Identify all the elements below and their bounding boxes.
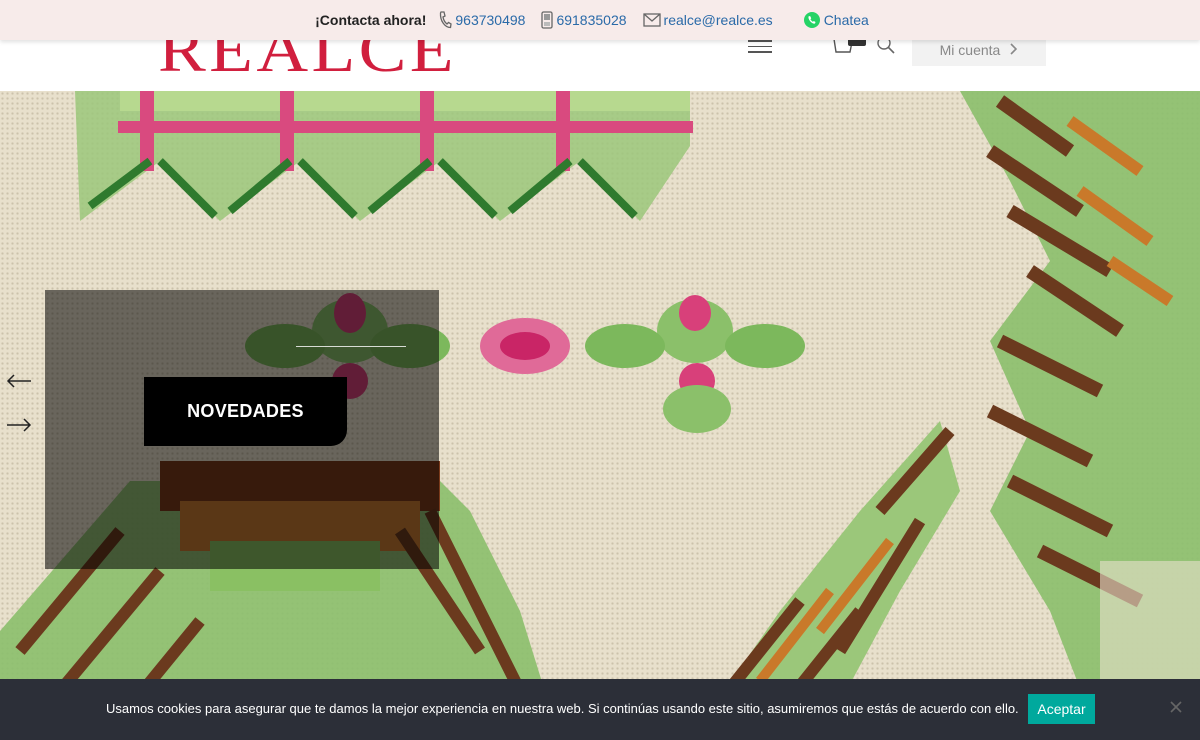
site-header: REALCE Mi cuenta <box>0 40 1200 91</box>
cookie-message: Usamos cookies para asegurar que te damo… <box>106 701 1019 716</box>
phone-link[interactable]: 963730498 <box>455 12 525 28</box>
novedades-button[interactable]: NOVEDADES <box>144 377 347 446</box>
cookie-banner: Usamos cookies para asegurar que te damo… <box>0 679 1200 740</box>
arrow-left-icon[interactable] <box>6 373 32 394</box>
menu-icon[interactable] <box>748 40 772 54</box>
hero-slider: NOVEDADES <box>0 91 1200 740</box>
whatsapp-icon <box>803 11 821 29</box>
mobile-contact[interactable]: 691835028 <box>541 11 627 29</box>
hero-divider-line <box>296 346 406 347</box>
mobile-icon <box>541 11 554 29</box>
search-icon[interactable] <box>876 40 896 59</box>
email-contact[interactable]: realce@realce.es <box>642 12 773 28</box>
site-logo[interactable]: REALCE <box>158 40 457 82</box>
whatsapp-link[interactable]: Chatea <box>824 12 869 28</box>
mail-icon <box>642 13 661 27</box>
accept-cookies-button[interactable]: Aceptar <box>1028 694 1095 724</box>
cart-count-badge <box>848 40 866 46</box>
contact-lead: ¡Contacta ahora! <box>315 12 427 28</box>
chevron-right-icon <box>1010 42 1018 58</box>
phone-icon <box>438 11 453 29</box>
account-label: Mi cuenta <box>939 42 1001 58</box>
contact-bar: ¡Contacta ahora! 963730498 691835028 rea… <box>0 0 1200 40</box>
account-button[interactable]: Mi cuenta <box>912 40 1046 66</box>
email-link[interactable]: realce@realce.es <box>664 12 773 28</box>
phone-contact[interactable]: 963730498 <box>438 11 525 29</box>
arrow-right-icon[interactable] <box>6 417 32 438</box>
whatsapp-contact[interactable]: Chatea <box>803 11 869 29</box>
close-icon[interactable] <box>1169 700 1183 717</box>
mobile-link[interactable]: 691835028 <box>556 12 626 28</box>
